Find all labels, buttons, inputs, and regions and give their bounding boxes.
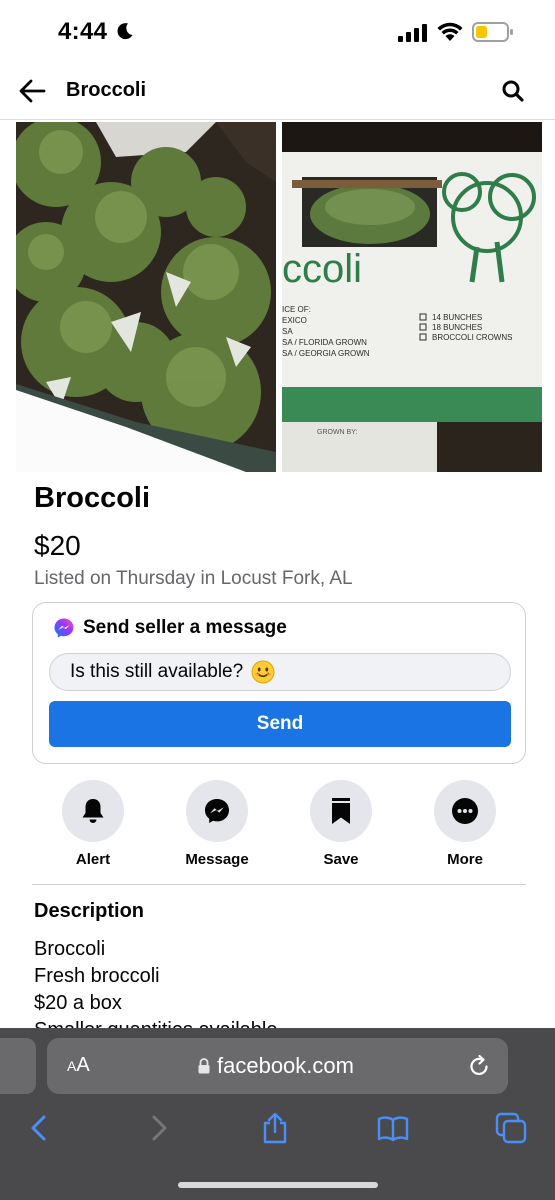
send-message-card: Send seller a message Is this still avai… [32, 602, 526, 764]
message-input[interactable]: Is this still available? [49, 653, 511, 691]
message-card-title: Send seller a message [83, 617, 287, 638]
alert-label: Alert [75, 851, 111, 868]
wifi-icon [437, 22, 463, 41]
battery-icon [472, 22, 513, 42]
cellular-signal-icon [398, 24, 427, 42]
forward-icon[interactable] [142, 1112, 174, 1144]
more-icon [452, 798, 478, 824]
url-display: facebook.com [197, 1053, 354, 1079]
previous-tab-preview[interactable] [0, 1038, 36, 1094]
alert-button[interactable]: Alert [38, 780, 148, 868]
status-time: 4:44 [58, 18, 108, 45]
box-text: 18 BUNCHES [432, 323, 482, 332]
browser-toolbar: AA facebook.com [0, 1028, 555, 1200]
back-arrow-icon[interactable] [18, 78, 46, 104]
message-card-header: Send seller a message [53, 617, 287, 639]
messenger-icon [205, 799, 229, 823]
url-text: facebook.com [217, 1053, 354, 1078]
aa-small: A [67, 1058, 77, 1074]
box-text: ICE OF: [282, 305, 311, 314]
share-icon[interactable] [259, 1112, 291, 1144]
smiley-emoji-icon [251, 660, 275, 684]
message-button[interactable]: Message [162, 780, 272, 868]
more-button[interactable]: More [410, 780, 520, 868]
message-label: Message [185, 851, 249, 868]
reload-icon[interactable] [467, 1054, 491, 1078]
box-text: GROWN BY: [317, 429, 358, 436]
listing-price: $20 [34, 530, 81, 561]
listing-photos: ccoli ICE OF: EXICO SA SA / FLORIDA GROW… [16, 122, 542, 472]
listing-photo-1[interactable] [16, 122, 276, 472]
messenger-icon [54, 618, 74, 638]
more-button-circle [434, 780, 496, 842]
tabs-icon[interactable] [495, 1112, 527, 1144]
bookmarks-icon[interactable] [377, 1112, 409, 1144]
search-icon[interactable] [500, 78, 526, 104]
description-line: Broccoli [34, 938, 106, 960]
address-bar[interactable]: AA facebook.com [47, 1038, 508, 1094]
back-icon[interactable] [24, 1112, 56, 1144]
nav-header: Broccoli [0, 64, 555, 120]
listing-location: Listed on Thursday in Locust Fork, AL [34, 568, 353, 589]
aa-large: A [76, 1054, 90, 1076]
page-title: Broccoli [66, 79, 147, 101]
broccoli-box-image: ccoli ICE OF: EXICO SA SA / FLORIDA GROW… [282, 122, 542, 472]
listing-photo-2[interactable]: ccoli ICE OF: EXICO SA SA / FLORIDA GROW… [282, 122, 542, 472]
box-text: 14 BUNCHES [432, 313, 482, 322]
bell-icon [82, 799, 104, 823]
action-bar: Alert Message Save More [30, 780, 526, 872]
moon-icon [117, 23, 133, 40]
section-divider [32, 884, 526, 885]
save-label: Save [323, 851, 359, 868]
save-button[interactable]: Save [286, 780, 396, 868]
send-button[interactable]: Send [49, 701, 511, 747]
status-bar: 4:44 [0, 0, 555, 64]
message-input-text: Is this still available? [70, 661, 244, 682]
description-line: Fresh broccoli [34, 965, 160, 987]
box-text: EXICO [282, 316, 307, 325]
save-button-circle [310, 780, 372, 842]
box-text: SA / FLORIDA GROWN [282, 338, 367, 347]
box-brand-text: ccoli [282, 247, 362, 291]
description-line: $20 a box [34, 992, 122, 1014]
message-button-circle [186, 780, 248, 842]
box-text: SA / GEORGIA GROWN [282, 349, 370, 358]
alert-button-circle [62, 780, 124, 842]
reader-options-button[interactable]: AA [67, 1054, 90, 1077]
listing-title: Broccoli [34, 482, 151, 514]
bookmark-icon [332, 798, 350, 824]
box-text: BROCCOLI CROWNS [432, 333, 512, 342]
lock-icon [198, 1058, 210, 1074]
box-text: SA [282, 327, 293, 336]
home-indicator [178, 1182, 378, 1188]
broccoli-pile-image [16, 122, 276, 472]
more-label: More [447, 851, 483, 868]
description-heading: Description [34, 900, 145, 922]
